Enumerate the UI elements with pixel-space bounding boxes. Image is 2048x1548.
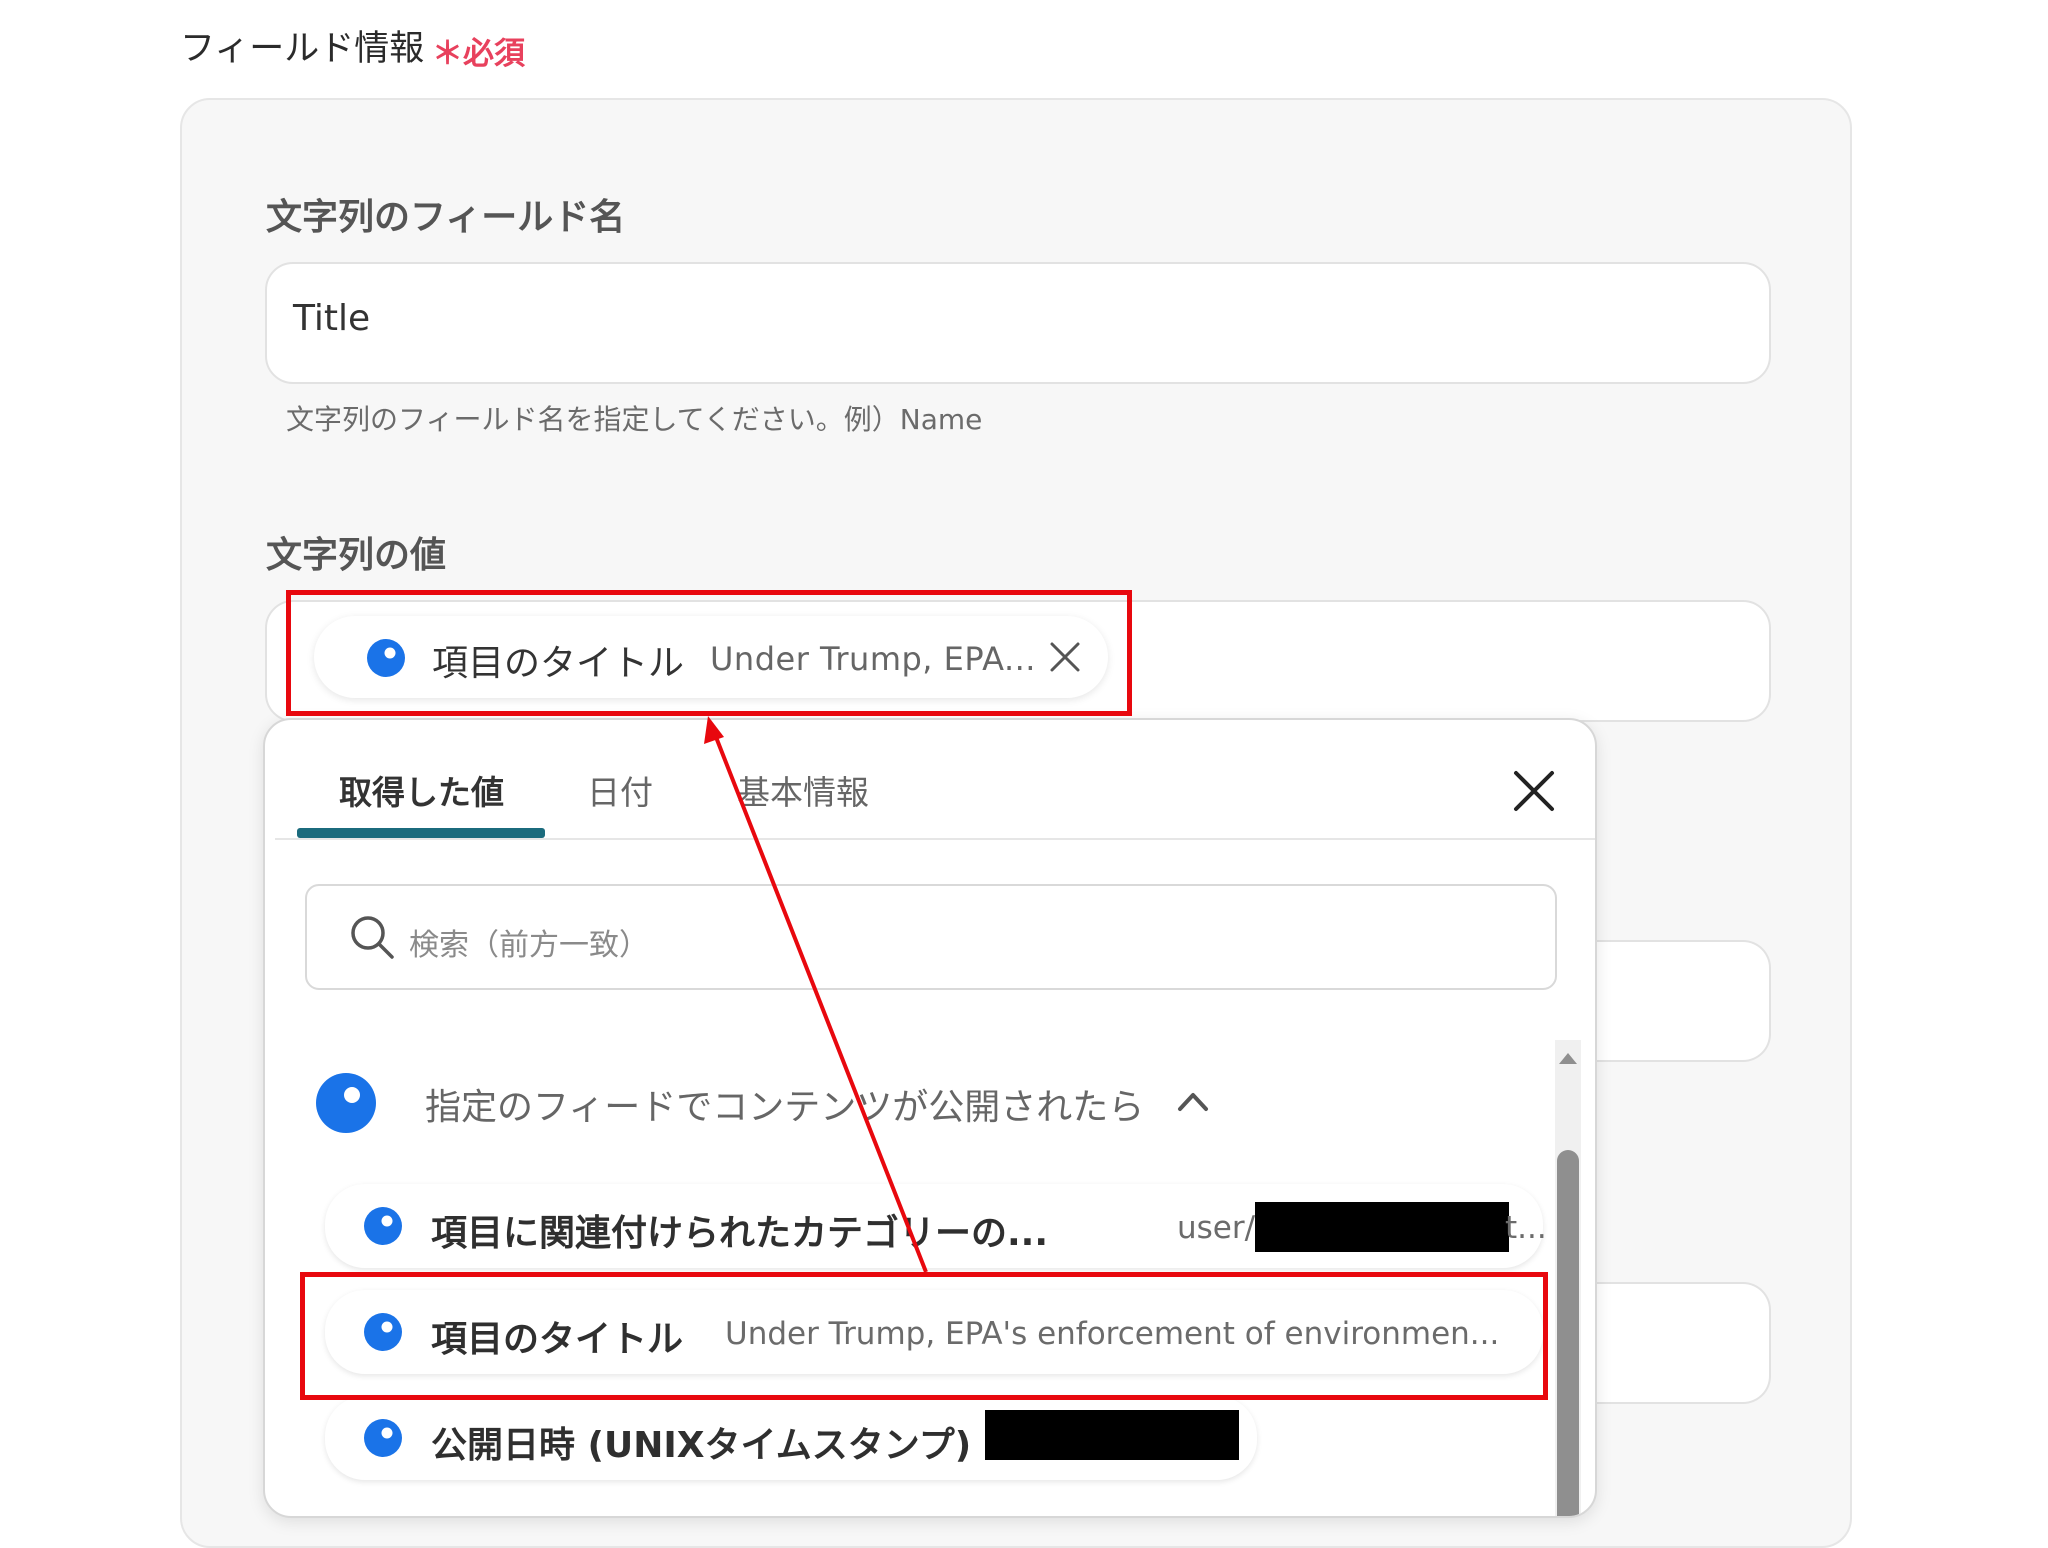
arrow-annotation [704,716,928,1273]
